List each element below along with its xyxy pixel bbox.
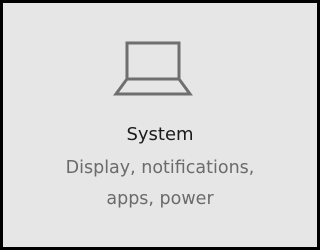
settings-tile-system[interactable]: System Display, notifications, apps, pow… <box>0 0 320 250</box>
tile-title: System <box>126 124 194 145</box>
tile-description: Display, notifications, apps, power <box>3 153 317 215</box>
laptop-icon <box>113 40 193 98</box>
tile-description-line: apps, power <box>106 189 214 209</box>
tile-description-line: Display, notifications, <box>65 158 255 178</box>
